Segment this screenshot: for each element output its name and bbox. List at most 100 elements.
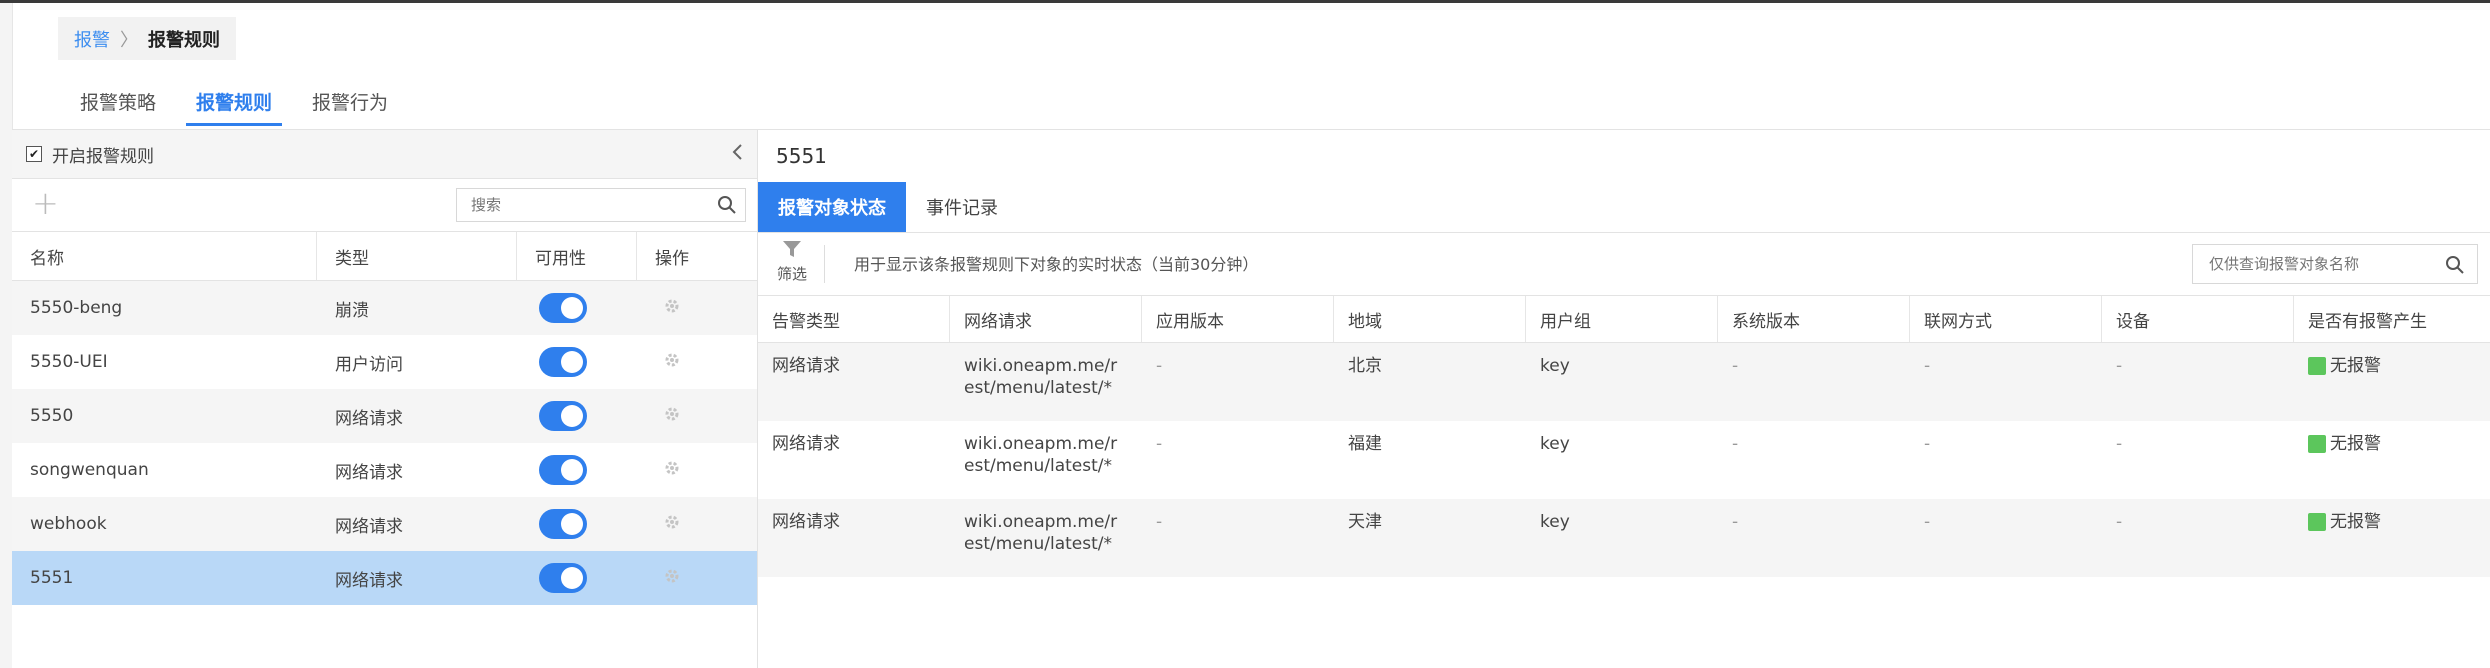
filter-bar: 筛选 用于显示该条报警规则下对象的实时状态（当前30分钟） [758,233,2490,296]
tab-alarm-actions[interactable]: 报警行为 [292,86,408,130]
cell-device: - [2116,434,2123,454]
rule-title: 5551 [776,144,827,168]
plus-icon[interactable]: + [32,187,59,219]
breadcrumb-parent-link[interactable]: 报警 [74,26,110,52]
status-ok-icon [2308,435,2326,453]
cell-os-version: - [1732,356,1739,376]
cell-app-version: - [1156,434,1163,454]
tab-event-records[interactable]: 事件记录 [906,182,1018,232]
tab-alarm-rules[interactable]: 报警规则 [176,86,292,130]
cell-alarm-status: 无报警 [2294,499,2489,577]
rule-type: 网络请求 [335,462,403,483]
status-text: 无报警 [2330,434,2381,454]
gear-icon[interactable] [663,513,681,536]
actions-cell [637,443,757,497]
table-row[interactable]: 网络请求 wiki.oneapm.me/r est/menu/latest/* -… [758,421,2490,499]
detail-tabs: 报警对象状态 事件记录 [758,182,2490,233]
availability-cell [517,497,637,551]
rules-search-input[interactable] [469,189,713,221]
col-type: 类型 [317,232,517,280]
col-app-version: 应用版本 [1142,296,1334,342]
cell-device: - [2116,512,2123,532]
actions-cell [637,281,757,335]
rules-list-panel: ✔ 开启报警规则 + 名称 类型 可用性 操作 5550-beng 崩溃 555… [12,130,758,668]
rule-type: 网络请求 [335,516,403,537]
breadcrumb-current: 报警规则 [148,29,220,51]
filter-button[interactable]: 筛选 [770,239,814,284]
col-name: 名称 [12,232,317,280]
col-alarm-type: 告警类型 [758,296,950,342]
cell-alarm-status: 无报警 [2294,343,2489,421]
filter-description: 用于显示该条报警规则下对象的实时状态（当前30分钟） [854,255,1259,274]
availability-toggle[interactable] [539,401,587,431]
table-row[interactable]: 5550-beng 崩溃 [12,281,757,335]
col-availability: 可用性 [517,232,637,280]
filter-divider [824,245,825,283]
actions-cell [637,389,757,443]
rule-type: 网络请求 [335,408,403,429]
cell-region: 天津 [1348,512,1382,532]
gear-icon[interactable] [663,567,681,590]
object-search-box [2192,244,2478,284]
availability-toggle[interactable] [539,509,587,539]
availability-toggle[interactable] [539,293,587,323]
breadcrumb: 报警 〉 报警规则 [58,17,236,60]
filter-label: 筛选 [776,265,807,283]
table-row[interactable]: 5550-UEI 用户访问 [12,335,757,389]
col-network-type: 联网方式 [1910,296,2102,342]
rules-toolbar: + [12,179,757,232]
availability-cell [517,551,637,605]
cell-app-version: - [1156,512,1163,532]
search-icon[interactable] [717,195,737,219]
table-row[interactable]: songwenquan 网络请求 [12,443,757,497]
gear-icon[interactable] [663,459,681,482]
rule-name: songwenquan [30,460,149,480]
enable-rules-label: 开启报警规则 [52,146,154,167]
cell-network-request: wiki.oneapm.me/r est/menu/latest/* [950,343,1142,421]
status-text: 无报警 [2330,512,2381,532]
availability-toggle[interactable] [539,563,587,593]
availability-cell [517,443,637,497]
tab-alarm-policy[interactable]: 报警策略 [60,86,176,130]
availability-cell [517,335,637,389]
col-alarm-generated: 是否有报警产生 [2308,311,2427,332]
availability-cell [517,281,637,335]
collapse-panel-icon[interactable] [731,142,743,168]
tab-alarm-object-status[interactable]: 报警对象状态 [758,182,906,232]
status-ok-icon [2308,513,2326,531]
cell-user-group: key [1540,356,1570,376]
top-tabs: 报警策略 报警规则 报警行为 [60,86,408,130]
rule-type: 用户访问 [335,354,403,375]
object-search-input[interactable] [2207,245,2431,283]
actions-cell [637,335,757,389]
table-row[interactable]: webhook 网络请求 [12,497,757,551]
status-text: 无报警 [2330,356,2381,376]
cell-alarm-type: 网络请求 [772,434,840,454]
url-line-2: est/menu/latest/* [964,378,1113,398]
url-line-2: est/menu/latest/* [964,534,1113,554]
gear-icon[interactable] [663,351,681,374]
url-line-2: est/menu/latest/* [964,456,1113,476]
gear-icon[interactable] [663,405,681,428]
rule-name: webhook [30,514,107,534]
cell-region: 福建 [1348,434,1382,454]
table-row[interactable]: 网络请求 wiki.oneapm.me/r est/menu/latest/* -… [758,499,2490,577]
breadcrumb-separator: 〉 [120,29,138,51]
enable-rules-checkbox[interactable]: ✔ [26,146,42,162]
availability-toggle[interactable] [539,455,587,485]
cell-alarm-type: 网络请求 [772,512,840,532]
table-row-selected[interactable]: 5551 网络请求 [12,551,757,605]
search-icon[interactable] [2445,255,2465,279]
availability-toggle[interactable] [539,347,587,377]
col-device: 设备 [2102,296,2294,342]
status-badge: 无报警 [2308,511,2489,533]
table-row[interactable]: 网络请求 wiki.oneapm.me/r est/menu/latest/* -… [758,343,2490,421]
rules-panel-header: ✔ 开启报警规则 [12,130,757,179]
cell-user-group: key [1540,512,1570,532]
cell-app-version: - [1156,356,1163,376]
col-network-request: 网络请求 [950,296,1142,342]
gear-icon[interactable] [663,297,681,320]
table-row[interactable]: 5550 网络请求 [12,389,757,443]
rules-table-header: 名称 类型 可用性 操作 [12,232,757,281]
status-ok-icon [2308,357,2326,375]
